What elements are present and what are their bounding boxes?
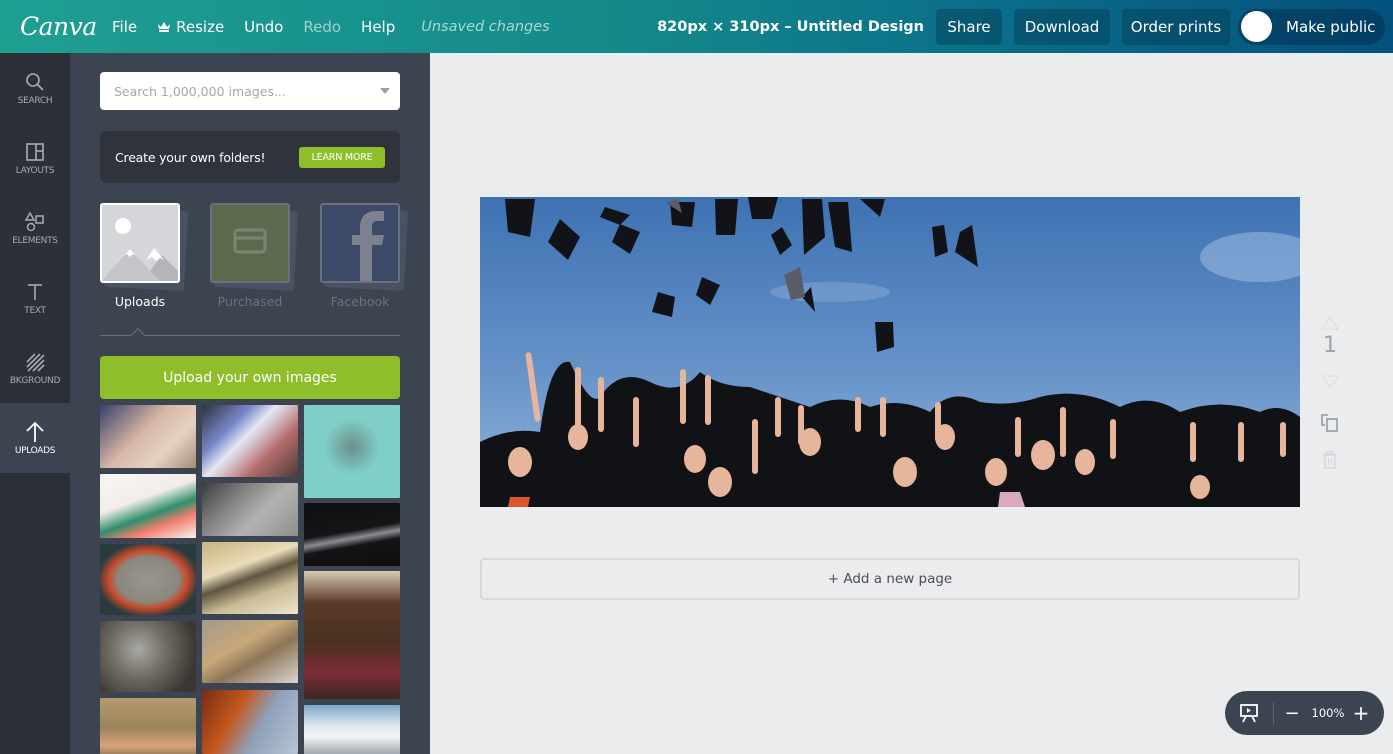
facebook-card (320, 203, 400, 283)
promo-text: Create your own folders! (115, 149, 266, 165)
resize-menu[interactable]: Resize (157, 18, 224, 36)
thumbnail-scalpel[interactable] (304, 503, 400, 566)
zoom-level[interactable]: 100% (1310, 706, 1346, 720)
tab-divider (100, 335, 400, 336)
add-page-button[interactable]: + Add a new page (480, 558, 1300, 600)
undo-button[interactable]: Undo (244, 18, 283, 36)
canva-logo[interactable]: Canva (20, 12, 97, 41)
upload-arrow-icon (24, 421, 46, 443)
presentation-icon (1240, 704, 1258, 723)
move-page-up-icon[interactable] (1310, 316, 1350, 330)
facebook-icon (352, 211, 384, 281)
make-public-toggle[interactable]: Make public (1238, 8, 1385, 45)
rail-label: LAYOUTS (15, 165, 55, 176)
present-button[interactable] (1225, 703, 1273, 723)
thumbnail-climbing-wall[interactable] (100, 698, 196, 754)
download-button[interactable]: Download (1014, 8, 1110, 45)
order-prints-button[interactable]: Order prints (1122, 8, 1230, 45)
file-menu[interactable]: File (112, 18, 137, 36)
design-page[interactable] (480, 197, 1300, 507)
redo-button[interactable]: Redo (303, 18, 341, 36)
dropdown-caret-icon[interactable] (380, 88, 390, 94)
text-icon (24, 281, 46, 303)
rail-item-elements[interactable]: ELEMENTS (0, 193, 70, 263)
zoom-in-button[interactable]: + (1346, 701, 1376, 725)
rail-label: SEARCH (17, 95, 53, 106)
canvas-area: 1 + Add a new page − 100% + (430, 53, 1393, 754)
folders-promo: Create your own folders! LEARN MORE (100, 131, 400, 183)
make-public-label: Make public (1286, 17, 1376, 36)
layouts-icon (24, 141, 46, 163)
move-page-down-icon[interactable] (1310, 375, 1350, 389)
rail-label: TEXT (24, 305, 46, 316)
upload-images-button[interactable]: Upload your own images (100, 356, 400, 399)
crown-icon (158, 22, 171, 32)
background-icon (24, 351, 46, 373)
top-bar: Canva File Resize Undo Redo Help Unsaved… (0, 0, 1393, 53)
rail-item-layouts[interactable]: LAYOUTS (0, 123, 70, 193)
source-label: Purchased (217, 294, 283, 309)
rail-bottom-section (0, 473, 70, 754)
image-search[interactable] (100, 72, 400, 110)
thumbnail-hand-sketch-teal[interactable] (304, 405, 400, 498)
learn-more-button[interactable]: LEARN MORE (299, 146, 385, 168)
uploads-card (100, 203, 180, 283)
design-title: 820px × 310px – Untitled Design (657, 18, 924, 35)
thumbnail-pen-nibs[interactable] (202, 542, 298, 614)
toggle-knob (1241, 11, 1272, 42)
rail-item-text[interactable]: TEXT (0, 263, 70, 333)
thumbnail-pencil-sketch[interactable] (202, 483, 298, 536)
thumbnail-tied-papers[interactable] (202, 620, 298, 683)
thumbnail-laptop-hands[interactable] (100, 405, 196, 468)
zoom-controls: − 100% + (1225, 691, 1384, 735)
thumbnail-cliff-climber[interactable] (202, 690, 298, 754)
rail-item-search[interactable]: SEARCH (0, 53, 70, 123)
rail-item-uploads[interactable]: UPLOADS (0, 403, 70, 473)
image-search-input[interactable] (114, 83, 364, 99)
zoom-out-button[interactable]: − (1274, 703, 1310, 724)
left-rail: SEARCH LAYOUTS ELEMENTS TEXT BKGROUND UP… (0, 53, 70, 754)
image-sources: Uploads Purchased Facebook (100, 203, 409, 313)
duplicate-page-icon[interactable] (1310, 411, 1350, 433)
delete-page-icon[interactable] (1310, 451, 1350, 469)
thumbnail-paper-craft[interactable] (100, 474, 196, 538)
resize-label: Resize (176, 17, 225, 36)
thumbnail-screen-frame[interactable] (100, 544, 196, 615)
thumbnail-metal-weights[interactable] (100, 621, 196, 692)
uploads-panel: Create your own folders! LEARN MORE Uplo… (70, 53, 430, 754)
help-menu[interactable]: Help (361, 18, 395, 36)
active-tab-indicator (130, 327, 146, 343)
save-status: Unsaved changes (421, 18, 550, 35)
graduation-photo (480, 197, 1300, 507)
thumbnail-printing-press[interactable] (304, 571, 400, 699)
landscape-icon (102, 218, 178, 281)
elements-icon (24, 210, 46, 233)
credit-card-icon (233, 228, 267, 254)
rail-label: ELEMENTS (12, 235, 58, 246)
rail-item-background[interactable]: BKGROUND (0, 333, 70, 403)
rail-label: BKGROUND (9, 375, 61, 386)
page-number: 1 (1323, 333, 1337, 358)
thumbnail-presentation-screen[interactable] (202, 405, 298, 477)
rail-label: UPLOADS (14, 445, 56, 456)
share-button[interactable]: Share (936, 8, 1002, 45)
source-label: Uploads (114, 294, 166, 309)
thumbnail-ski-lift[interactable] (304, 705, 400, 754)
source-label: Facebook (330, 294, 390, 309)
purchased-card (210, 203, 290, 283)
search-icon (24, 71, 46, 93)
